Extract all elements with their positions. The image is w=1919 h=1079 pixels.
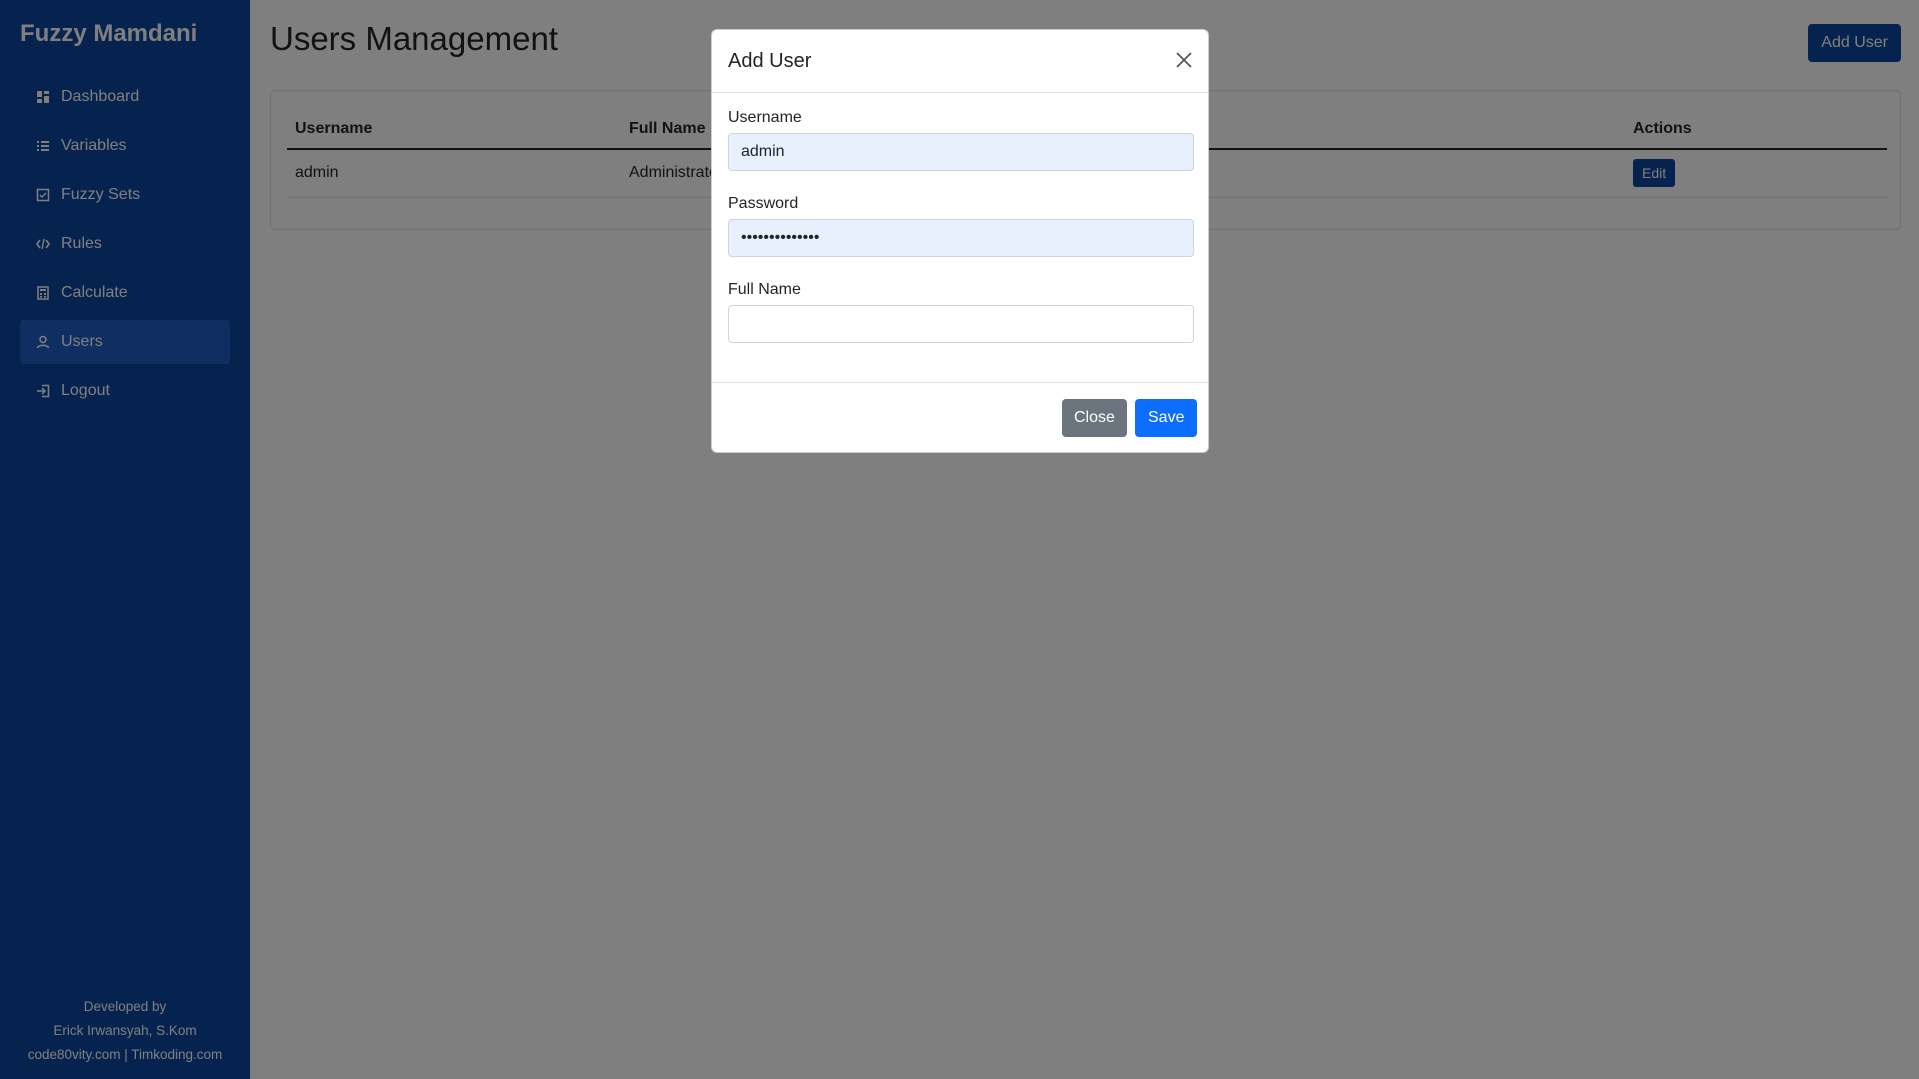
save-button[interactable]: Save (1135, 399, 1198, 437)
password-label: Password (728, 195, 799, 212)
modal-footer: Close Save (712, 383, 1208, 453)
password-input[interactable] (728, 219, 1194, 257)
full-name-label: Full Name (728, 281, 801, 298)
username-input[interactable] (728, 133, 1194, 171)
close-button[interactable]: Close (1062, 399, 1127, 437)
modal-header: Add User (712, 30, 1208, 93)
modal-body: Username Password Full Name (712, 93, 1208, 383)
username-label: Username (728, 109, 802, 126)
close-icon[interactable] (1174, 50, 1194, 70)
modal-title: Add User (728, 50, 812, 72)
add-user-modal: Add User Username Password Full Name Clo… (711, 29, 1209, 453)
full-name-input[interactable] (728, 305, 1194, 343)
